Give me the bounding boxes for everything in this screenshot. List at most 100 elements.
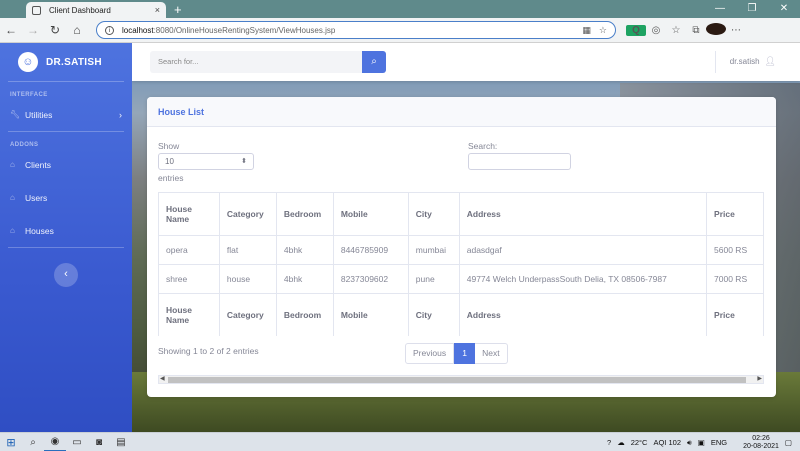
column-header[interactable]: Price [706,192,764,236]
search-icon: ⌕ [371,56,377,67]
sidebar-item-users[interactable]: ⌂ Users [0,181,132,214]
close-window-icon[interactable]: ✕ [768,0,800,18]
table-scroll-area[interactable]: House Name Category Bedroom Mobile City … [158,192,764,336]
column-header[interactable]: House Name [158,192,220,236]
sidebar-divider [8,247,124,248]
date: 20-08-2021 [743,442,779,450]
address-bar[interactable]: i localhost:8080/OnlineHouseRentingSyste… [96,21,616,39]
windows-start-icon[interactable]: ⊞ [0,436,22,449]
user-menu[interactable]: dr.satish 👤︎ [730,56,776,67]
volume-icon[interactable]: 🔊︎ [687,438,692,448]
favorites-icon[interactable]: ☆ [666,25,686,36]
more-menu-icon[interactable]: ⋯ [726,25,746,36]
table-row: shree house 4bhk 8237309602 pune 49774 W… [158,264,764,294]
previous-page-button[interactable]: Previous [405,343,455,364]
help-icon[interactable]: ? [607,438,611,447]
next-page-button[interactable]: Next [475,343,508,364]
new-tab-button[interactable]: + [174,2,182,17]
profile-avatar[interactable] [706,22,726,38]
sidebar-heading-addons: ADDONS [10,142,39,148]
browser-toolbar: ← → ↻ ⌂ i localhost:8080/OnlineHouseRent… [0,18,800,43]
browser-essentials-icon[interactable]: ◎ [646,25,666,36]
search-input[interactable]: Search for... [150,51,362,73]
qr-code-icon[interactable]: ▦ [582,25,591,36]
search-button[interactable]: ⌕ [362,51,386,73]
column-header[interactable]: Bedroom [275,192,334,236]
site-info-icon[interactable]: i [105,25,114,35]
forward-icon[interactable]: → [22,23,44,37]
collections-icon[interactable]: ⧉ [686,25,706,36]
scrollbar-thumb[interactable] [168,377,746,383]
table-cell: 8237309602 [332,264,409,294]
sidebar-brand[interactable]: ☺ DR.SATISH [0,43,132,81]
column-header[interactable]: Category [218,192,277,236]
sidebar-item-clients[interactable]: ⌂ Clients [0,148,132,181]
table-header-row: House Name Category Bedroom Mobile City … [158,192,764,236]
language[interactable]: ENG [711,438,727,447]
sidebar-item-houses[interactable]: ⌂ Houses [0,214,132,247]
table-cell: 4bhk [275,235,334,265]
back-icon[interactable]: ← [0,23,22,37]
extensions-row: Q ◎ ☆ ⧉ ⋯ [626,22,746,38]
sidebar-item-label: Users [25,192,48,203]
entries-label: entries [158,173,184,183]
notifications-icon[interactable]: ▢ [785,438,792,447]
time: 02:26 [752,434,770,442]
browser-tab[interactable]: Client Dashboard × [26,2,166,18]
table-cell: adasdgaf [458,235,708,265]
minimize-icon[interactable]: — [704,0,736,18]
topbar: Search for... ⌕ dr.satish 👤︎ [132,43,800,81]
horizontal-scrollbar[interactable]: ◀ ▶ [158,375,764,384]
table-cell: 5600 RS [706,235,764,265]
page-1-button[interactable]: 1 [454,343,476,364]
network-icon[interactable]: ▣ [698,438,705,447]
terminal-icon[interactable]: ▭ [66,437,88,448]
sidebar: ☺ DR.SATISH INTERFACE 🔧︎ Utilities › ADD… [0,43,132,432]
user-icon: 👤︎ [764,56,776,66]
page-length-select[interactable]: 10 ⬍ [158,153,254,170]
favorite-star-icon[interactable]: ☆ [599,25,607,36]
restore-icon[interactable]: ❐ [736,0,768,18]
column-header[interactable]: Address [458,192,708,236]
app-icon[interactable]: ◙ [88,437,110,448]
file-explorer-icon[interactable]: ▤ [110,437,132,448]
user-name: dr.satish [729,57,760,66]
sidebar-toggle-button[interactable]: ‹ [54,263,78,287]
edge-browser-icon[interactable]: ◉ [44,433,66,451]
scroll-left-icon[interactable]: ◀ [160,375,165,382]
extension-icon[interactable]: Q [626,24,646,36]
house-table: House Name Category Bedroom Mobile City … [158,192,764,336]
table-cell: opera [158,235,220,265]
column-header[interactable]: Mobile [332,192,409,236]
windows-taskbar: ⊞ ⌕ ◉ ▭ ◙ ▤ ? ☁ 22°C AQI 102 🔊︎ ▣ ENG 02… [0,432,800,451]
select-arrows-icon: ⬍ [241,158,247,165]
window-controls: — ❐ ✕ [704,0,800,18]
aqi[interactable]: AQI 102 [653,438,681,447]
table-footer-row: House Name Category Bedroom Mobile City … [158,293,764,336]
browser-tab-strip: Client Dashboard × + — ❐ ✕ [0,0,800,18]
sidebar-item-utilities[interactable]: 🔧︎ Utilities › [0,98,132,131]
weather-icon[interactable]: ☁ [617,438,625,447]
table-search-input[interactable] [468,153,571,170]
home-icon: ⌂ [10,193,15,202]
column-footer: Price [706,293,764,336]
table-controls: Show 10 ⬍ entries Search: [158,139,758,183]
close-tab-icon[interactable]: × [155,5,160,15]
sidebar-item-label: Houses [25,225,54,236]
url-path: :8080/OnlineHouseRentingSystem/ViewHouse… [153,25,336,35]
clock[interactable]: 02:26 20-08-2021 [737,435,779,451]
column-footer: Category [218,293,277,336]
chevron-right-icon: › [119,109,122,120]
home-icon: ⌂ [10,226,15,235]
home-icon[interactable]: ⌂ [66,23,88,37]
temperature[interactable]: 22°C [631,438,648,447]
brand-name: DR.SATISH [46,56,102,68]
scroll-right-icon[interactable]: ▶ [757,375,762,382]
column-header[interactable]: City [407,192,460,236]
reload-icon[interactable]: ↻ [44,23,66,37]
address-url[interactable]: localhost:8080/OnlineHouseRentingSystem/… [122,26,574,35]
table-cell: flat [218,235,277,265]
search-icon[interactable]: ⌕ [22,437,44,448]
sidebar-item-label: Utilities [25,109,53,120]
table-row: opera flat 4bhk 8446785909 mumbai adasdg… [158,235,764,265]
